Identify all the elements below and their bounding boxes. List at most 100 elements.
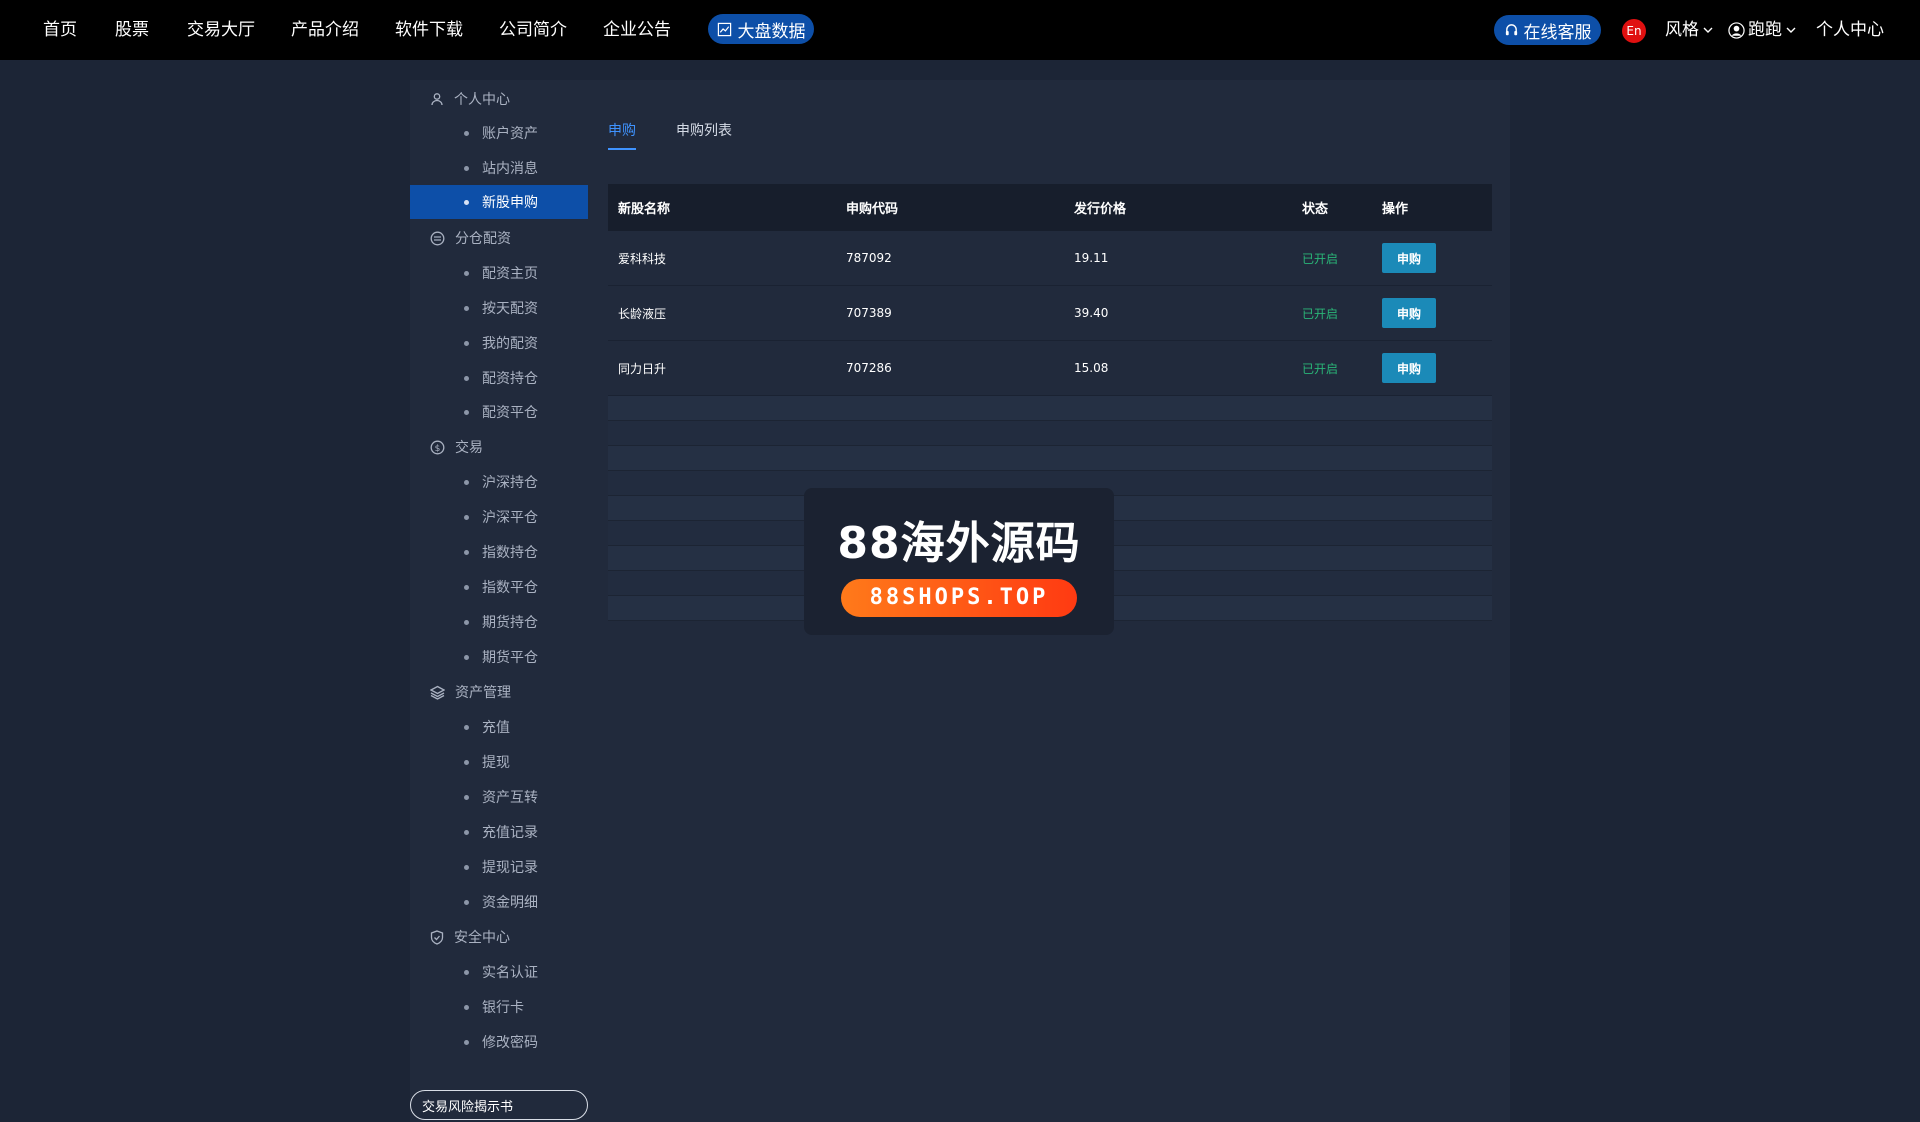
- nav-announcements[interactable]: 企业公告: [603, 0, 671, 60]
- user-dropdown[interactable]: 跑跑: [1728, 0, 1797, 60]
- sidebar-item-change-password[interactable]: 修改密码: [410, 1025, 588, 1059]
- shield-icon: [430, 929, 444, 945]
- sidebar-item-daily-margin[interactable]: 按天配资: [410, 291, 588, 325]
- sidebar-item-sh-sz-positions[interactable]: 沪深持仓: [410, 465, 588, 499]
- sidebar-item-label: 充值: [482, 720, 510, 736]
- sidebar-group-label: 个人中心: [454, 92, 510, 108]
- service-label: 在线客服: [1523, 22, 1592, 43]
- user-icon: [430, 92, 444, 106]
- sidebar-group-label: 资产管理: [455, 685, 511, 701]
- chevron-down-icon: [1702, 24, 1714, 36]
- sidebar-item-sh-sz-closed[interactable]: 沪深平仓: [410, 500, 588, 534]
- sidebar-item-ipo-subscribe[interactable]: 新股申购: [410, 185, 588, 219]
- issue-price: 39.40: [1074, 306, 1109, 320]
- sidebar-group-trade[interactable]: $ 交易: [410, 430, 588, 464]
- chevron-down-icon: [1785, 24, 1797, 36]
- risk-disclosure-button[interactable]: 交易风险揭示书: [410, 1090, 588, 1120]
- header-price: 发行价格: [1074, 202, 1127, 217]
- sidebar-item-futures-closed[interactable]: 期货平仓: [410, 640, 588, 674]
- sidebar-group-label: 分仓配资: [455, 231, 511, 247]
- subscribe-button[interactable]: 申购: [1382, 353, 1436, 383]
- status-badge: 已开启: [1302, 306, 1339, 321]
- bigdata-label: 大盘数据: [737, 21, 806, 42]
- sidebar-item-label: 充值记录: [482, 825, 538, 841]
- sidebar-group-margin[interactable]: 分仓配资: [410, 221, 588, 255]
- header-name: 新股名称: [618, 202, 671, 217]
- sidebar-item-withdraw[interactable]: 提现: [410, 745, 588, 779]
- table-row: 爱科科技 787092 19.11 已开启 申购: [608, 231, 1492, 286]
- personal-center-link[interactable]: 个人中心: [1816, 0, 1884, 60]
- issue-price: 15.08: [1074, 361, 1109, 375]
- sidebar-item-deposit[interactable]: 充值: [410, 710, 588, 744]
- sidebar-item-label: 配资平仓: [482, 405, 538, 421]
- user-avatar-icon: [1728, 21, 1745, 39]
- stock-name: 长龄液压: [618, 306, 667, 321]
- layers-icon: [430, 685, 445, 700]
- nav-trading-hall[interactable]: 交易大厅: [187, 0, 255, 60]
- nav-stocks[interactable]: 股票: [115, 0, 149, 60]
- sidebar-item-fund-details[interactable]: 资金明细: [410, 885, 588, 919]
- online-service-button[interactable]: 在线客服: [1494, 15, 1601, 45]
- nav-company[interactable]: 公司简介: [499, 0, 567, 60]
- nav-download[interactable]: 软件下载: [395, 0, 463, 60]
- sidebar-item-label: 沪深持仓: [482, 475, 538, 491]
- status-badge: 已开启: [1302, 251, 1339, 266]
- sidebar-item-label: 资产互转: [482, 790, 538, 806]
- sidebar-item-margin-positions[interactable]: 配资持仓: [410, 361, 588, 395]
- sidebar-item-real-name[interactable]: 实名认证: [410, 955, 588, 989]
- sidebar-item-messages[interactable]: 站内消息: [410, 151, 588, 185]
- language-switch[interactable]: En: [1622, 19, 1646, 43]
- sidebar-item-label: 按天配资: [482, 301, 538, 317]
- header-status: 状态: [1302, 202, 1329, 217]
- stock-code: 707286: [846, 361, 892, 375]
- sidebar-item-futures-positions[interactable]: 期货持仓: [410, 605, 588, 639]
- sidebar-item-label: 配资主页: [482, 266, 538, 282]
- subscribe-button[interactable]: 申购: [1382, 298, 1436, 328]
- nav-products[interactable]: 产品介绍: [291, 0, 359, 60]
- sidebar-item-transfer[interactable]: 资产互转: [410, 780, 588, 814]
- sidebar-item-bank-card[interactable]: 银行卡: [410, 990, 588, 1024]
- sidebar-group-label: 交易: [455, 440, 483, 456]
- sidebar-item-margin-home[interactable]: 配资主页: [410, 256, 588, 290]
- table-header: 新股名称 申购代码 发行价格 状态 操作: [608, 184, 1492, 231]
- empty-row: [608, 421, 1492, 446]
- sidebar-group-personal[interactable]: 个人中心: [410, 82, 588, 116]
- sidebar-item-label: 提现记录: [482, 860, 538, 876]
- coins-icon: [430, 231, 445, 246]
- subscribe-button[interactable]: 申购: [1382, 243, 1436, 273]
- sidebar-item-account-assets[interactable]: 账户资产: [410, 116, 588, 150]
- sidebar-group-assets[interactable]: 资产管理: [410, 675, 588, 709]
- sidebar-item-label: 站内消息: [482, 161, 538, 177]
- sidebar-item-label: 配资持仓: [482, 371, 538, 387]
- headset-icon: [1504, 23, 1519, 38]
- tab-subscribe[interactable]: 申购: [608, 120, 636, 150]
- chart-icon: [717, 22, 732, 37]
- sidebar-group-security[interactable]: 安全中心: [410, 920, 588, 954]
- sidebar-item-label: 实名认证: [482, 965, 538, 981]
- nav-home[interactable]: 首页: [43, 0, 77, 60]
- style-dropdown[interactable]: 风格: [1665, 0, 1714, 60]
- watermark-logo: 88海外源码 88SHOPS.TOP: [804, 488, 1114, 635]
- sidebar-item-label: 期货持仓: [482, 615, 538, 631]
- bigdata-button[interactable]: 大盘数据: [708, 14, 814, 44]
- sidebar-item-my-margin[interactable]: 我的配资: [410, 326, 588, 360]
- sidebar-item-index-positions[interactable]: 指数持仓: [410, 535, 588, 569]
- sidebar-item-deposit-records[interactable]: 充值记录: [410, 815, 588, 849]
- top-navbar: 首页 股票 交易大厅 产品介绍 软件下载 公司简介 企业公告 大盘数据 在线客服…: [0, 0, 1920, 60]
- sidebar-item-label: 沪深平仓: [482, 510, 538, 526]
- sidebar-item-label: 指数持仓: [482, 545, 538, 561]
- sidebar-item-index-closed[interactable]: 指数平仓: [410, 570, 588, 604]
- issue-price: 19.11: [1074, 251, 1109, 265]
- stock-code: 787092: [846, 251, 892, 265]
- sidebar-item-withdraw-records[interactable]: 提现记录: [410, 850, 588, 884]
- svg-text:$: $: [435, 444, 441, 454]
- stock-code: 707389: [846, 306, 892, 320]
- empty-row: [608, 446, 1492, 471]
- stock-name: 爱科科技: [618, 251, 667, 266]
- watermark-subtitle: 88SHOPS.TOP: [841, 578, 1077, 617]
- sidebar-item-label: 提现: [482, 755, 510, 771]
- tab-subscribe-list[interactable]: 申购列表: [676, 120, 732, 150]
- style-label: 风格: [1665, 20, 1699, 40]
- table-row: 同力日升 707286 15.08 已开启 申购: [608, 341, 1492, 396]
- sidebar-item-margin-closed[interactable]: 配资平仓: [410, 395, 588, 429]
